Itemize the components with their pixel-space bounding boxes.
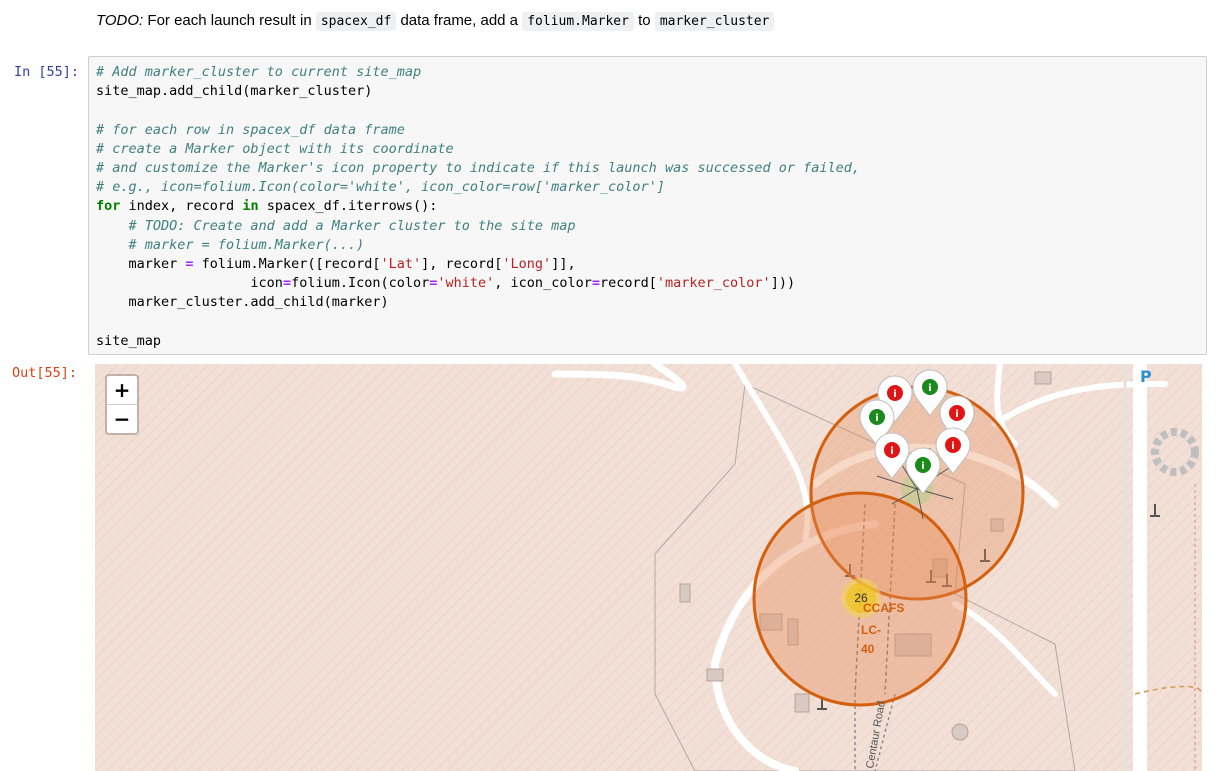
md-text: For each launch result in	[143, 12, 316, 29]
code-token: , icon_color	[494, 275, 592, 292]
site-label-line: CCAFS	[863, 601, 904, 615]
code-token: marker	[96, 256, 186, 273]
code-comment: # for each row in spacex_df data frame	[96, 121, 405, 138]
inline-code-spacex-df: spacex_df	[315, 12, 397, 31]
markdown-todo-text: TODO: For each launch result in spacex_d…	[96, 12, 775, 31]
info-glyph: i	[928, 383, 931, 394]
code-operator: =	[185, 256, 194, 273]
md-text: data frame, add a	[396, 12, 523, 29]
info-glyph: i	[921, 461, 924, 472]
code-token: ]))	[770, 275, 796, 292]
code-comment: # and customize the Marker's icon proper…	[96, 160, 861, 177]
folium-map[interactable]: P 26 CCAFS LC- 40 Centaur Road i i i i i…	[95, 364, 1202, 771]
code-string: 'white'	[437, 275, 495, 292]
code-string: 'Lat'	[380, 256, 422, 273]
code-comment: # TODO: Create and add a Marker cluster …	[96, 217, 576, 234]
code-comment: # Add marker_cluster to current site_map	[96, 64, 422, 80]
zoom-in-button[interactable]: +	[107, 376, 137, 405]
code-token: spacex_df.iterrows():	[258, 198, 438, 215]
code-cell-editor[interactable]: # Add marker_cluster to current site_map…	[88, 56, 1207, 355]
inline-code-marker-cluster: marker_cluster	[654, 12, 775, 31]
output-prompt: Out[55]:	[12, 365, 78, 381]
code-string: 'marker_color'	[656, 275, 771, 292]
code-operator: =	[282, 275, 292, 292]
code-token: record[	[599, 275, 657, 292]
code-string: 'Long'	[502, 256, 552, 273]
keyword-in: in	[242, 198, 259, 215]
code-token: index, record	[120, 198, 243, 215]
keyword-for: for	[96, 198, 121, 215]
code-comment: # create a Marker object with its coordi…	[96, 140, 454, 157]
info-glyph: i	[893, 389, 896, 400]
code-token: folium.Icon(color	[291, 275, 430, 292]
parking-label: P	[1140, 367, 1152, 386]
info-glyph: i	[951, 441, 954, 452]
zoom-out-button[interactable]: −	[107, 405, 137, 433]
map-background	[95, 364, 1202, 771]
map-tiles[interactable]: P 26 CCAFS LC- 40 Centaur Road iiiiiii	[95, 364, 1202, 771]
code-token: icon	[96, 275, 283, 292]
code-comment: # marker = folium.Marker(...)	[96, 236, 365, 253]
code-token: ], record[	[421, 256, 503, 273]
site-label-line: LC-	[861, 623, 881, 637]
md-text: to	[633, 12, 655, 29]
zoom-control: + −	[105, 374, 139, 435]
code-token: folium.Marker([record[	[193, 256, 381, 273]
info-glyph: i	[890, 446, 893, 457]
site-label-line: 40	[861, 642, 875, 656]
code-line: site_map.add_child(marker_cluster)	[96, 83, 373, 100]
code-operator: =	[591, 275, 600, 292]
todo-label: TODO:	[96, 12, 144, 29]
input-prompt: In [55]:	[14, 64, 80, 80]
info-glyph: i	[875, 413, 878, 424]
code-comment: # e.g., icon=folium.Icon(color='white', …	[96, 179, 665, 196]
code-token: ]],	[551, 256, 576, 273]
inline-code-folium-marker: folium.Marker	[522, 12, 634, 31]
code-line: marker_cluster.add_child(marker)	[96, 294, 389, 311]
code-line: site_map	[96, 332, 162, 349]
info-glyph: i	[955, 409, 958, 420]
